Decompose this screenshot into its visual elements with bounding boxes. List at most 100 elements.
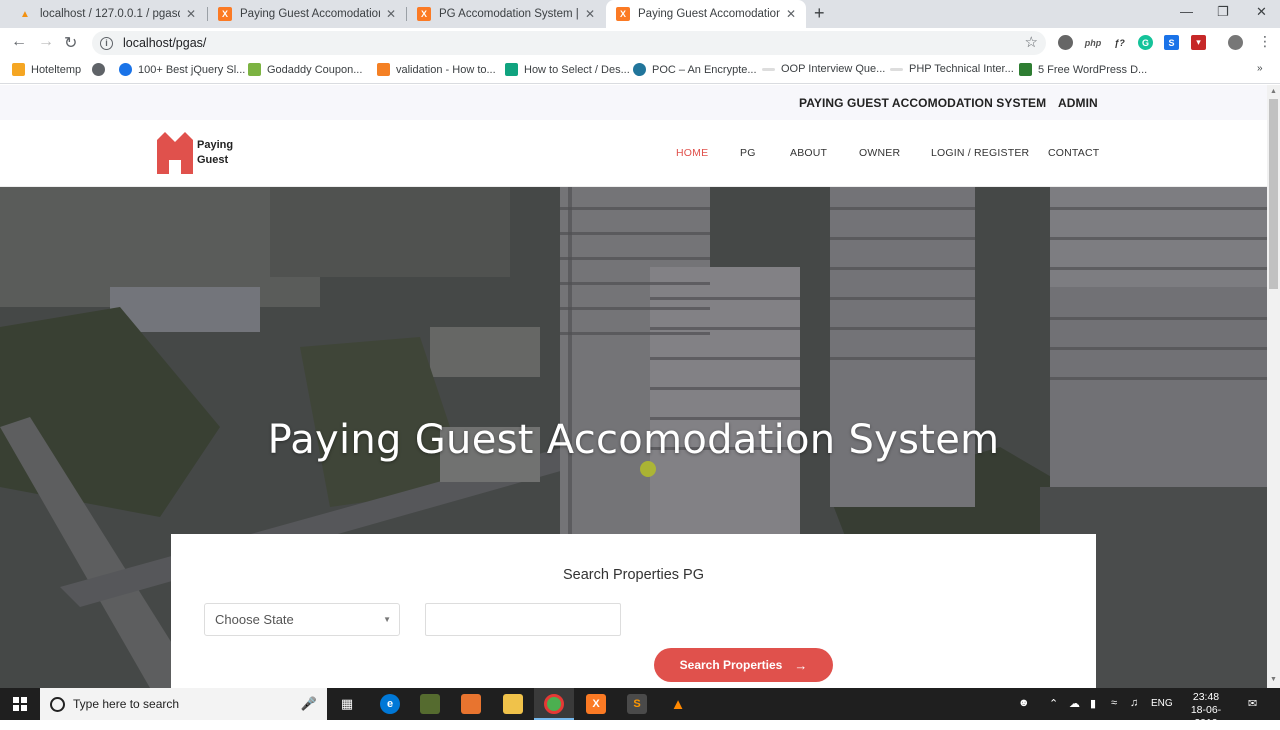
xampp-icon: X	[616, 7, 630, 21]
new-tab-icon[interactable]: +	[814, 3, 825, 24]
bookmark-item[interactable]: 100+ Best jQuery Sl...	[119, 63, 245, 76]
microphone-icon[interactable]: 🎤	[301, 696, 317, 712]
info-icon[interactable]: i	[100, 36, 113, 50]
tab-title: Paying Guest Accomodation Syst	[240, 8, 380, 20]
taskbar-search-placeholder: Type here to search	[73, 697, 180, 711]
bookmark-item[interactable]: validation - How to...	[377, 63, 496, 76]
people-icon[interactable]: ☻	[1018, 697, 1030, 709]
nav-about[interactable]: ABOUT	[790, 147, 827, 159]
clock-time: 23:48	[1192, 691, 1220, 703]
bookmark-item[interactable]: OOP Interview Que...	[762, 63, 885, 75]
mouse-cursor-highlight	[640, 461, 656, 477]
notification-icon[interactable]: ✉	[1248, 697, 1257, 710]
sublime-text-icon[interactable]: S	[627, 694, 647, 714]
scroll-thumb[interactable]	[1269, 99, 1278, 289]
cortana-icon	[50, 696, 65, 712]
logo-line-1: Paying	[197, 139, 234, 151]
chrome-icon[interactable]	[544, 694, 564, 714]
browser-tab-bar: ▲ localhost / 127.0.0.1 / pgasdb / t ✕ X…	[0, 0, 1280, 28]
url-bar[interactable]: i localhost/pgas/ ☆	[92, 31, 1046, 55]
task-view-icon[interactable]: ▦	[337, 694, 357, 714]
search-button-label: Search Properties	[679, 658, 783, 672]
chevron-down-icon: ▼	[383, 615, 391, 624]
nav-pg[interactable]: PG	[740, 147, 756, 159]
browser-tab-1[interactable]: ▲ localhost / 127.0.0.1 / pgasdb / t ✕	[8, 0, 206, 28]
vlc-icon[interactable]: ▲	[668, 694, 688, 714]
system-name-text: PAYING GUEST ACCOMODATION SYSTEM	[799, 96, 1047, 110]
tab-title: PG Accomodation System | PG Fc	[439, 8, 579, 20]
file-explorer-icon[interactable]	[503, 694, 523, 714]
forward-icon[interactable]: →	[38, 33, 54, 51]
battery-icon[interactable]: ▮	[1090, 697, 1096, 710]
scroll-down-icon[interactable]: ▼	[1270, 676, 1277, 683]
bookmark-star-icon[interactable]: ☆	[1025, 33, 1038, 51]
search-properties-card: Search Properties PG Choose State ▼ Sear…	[171, 534, 1096, 688]
address-toolbar: ← → ↻ i localhost/pgas/ ☆ php ƒ? G S ▾ ⋮	[0, 28, 1280, 58]
browser-tab-2[interactable]: X Paying Guest Accomodation Syst ✕	[208, 0, 406, 28]
city-input[interactable]	[425, 603, 621, 636]
nav-owner[interactable]: OWNER	[859, 147, 900, 159]
more-bookmarks-icon[interactable]: »	[1257, 63, 1263, 74]
bookmark-item[interactable]	[92, 63, 111, 76]
minimize-icon[interactable]: —	[1180, 4, 1193, 19]
back-icon[interactable]: ←	[11, 33, 27, 51]
nav-contact[interactable]: CONTACT	[1048, 147, 1099, 159]
url-text: localhost/pgas/	[123, 36, 207, 50]
close-tab-icon[interactable]: ✕	[786, 7, 796, 21]
close-window-icon[interactable]: ✕	[1256, 4, 1267, 20]
system-clock[interactable]: 23:48 18-06-2019	[1180, 691, 1232, 730]
menu-dots-icon[interactable]: ⋮	[1258, 33, 1272, 50]
bookmark-item[interactable]: How to Select / Des...	[505, 63, 630, 76]
windows-start-icon[interactable]	[13, 697, 27, 711]
close-tab-icon[interactable]: ✕	[386, 7, 396, 21]
state-select[interactable]: Choose State ▼	[204, 603, 400, 636]
browser-tab-3[interactable]: X PG Accomodation System | PG Fc ✕	[407, 0, 605, 28]
taskbar-search-box[interactable]: Type here to search 🎤	[40, 688, 327, 720]
onedrive-icon[interactable]: ☁	[1069, 697, 1080, 710]
logo-line-2: Guest	[197, 154, 229, 166]
volume-icon[interactable]: ♫	[1130, 697, 1138, 709]
app-icon[interactable]	[420, 694, 440, 714]
s-extension-icon[interactable]: S	[1164, 35, 1179, 50]
search-properties-button[interactable]: Search Properties →	[654, 648, 833, 682]
function-extension-icon[interactable]: ƒ?	[1112, 35, 1127, 50]
scroll-up-icon[interactable]: ▲	[1270, 88, 1277, 95]
bookmark-label: How to Select / Des...	[524, 63, 630, 76]
bookmark-label: 5 Free WordPress D...	[1038, 63, 1148, 76]
tab-title: Paying Guest Accomodation Syst	[638, 8, 780, 20]
nav-login-register[interactable]: LOGIN / REGISTER	[931, 147, 1029, 159]
bookmark-item[interactable]: 5 Free WordPress D...	[1019, 63, 1147, 76]
edge-icon[interactable]: e	[380, 694, 400, 714]
browser-tab-4-active[interactable]: X Paying Guest Accomodation Syst ✕	[606, 0, 806, 28]
chevron-up-icon[interactable]: ⌃	[1049, 697, 1058, 710]
language-indicator[interactable]: ENG	[1151, 698, 1173, 709]
maximize-icon[interactable]: ❐	[1217, 4, 1229, 20]
xampp-taskbar-icon[interactable]: X	[586, 694, 606, 714]
grammarly-icon[interactable]: G	[1138, 35, 1153, 50]
extension-circle-icon[interactable]	[1058, 35, 1073, 50]
pocket-icon[interactable]: ▾	[1191, 35, 1206, 50]
bookmark-item[interactable]: POC – An Encrypte...	[633, 63, 757, 76]
photo-app-icon[interactable]	[461, 694, 481, 714]
close-tab-icon[interactable]: ✕	[585, 7, 595, 21]
php-extension-icon[interactable]: php	[1084, 35, 1102, 50]
bookmark-label: PHP Technical Inter...	[909, 63, 1014, 75]
main-navbar: Paying Guest HOME PG ABOUT OWNER LOGIN /…	[0, 120, 1267, 187]
nav-home[interactable]: HOME	[676, 147, 708, 159]
close-tab-icon[interactable]: ✕	[186, 7, 196, 21]
stackoverflow-icon	[377, 63, 390, 76]
site-logo[interactable]: Paying Guest	[157, 132, 233, 174]
s-icon	[1019, 63, 1032, 76]
wifi-icon[interactable]: ≈	[1111, 697, 1117, 709]
bookmark-item[interactable]: PHP Technical Inter...	[890, 63, 1014, 75]
hero-title: Paying Guest Accomodation System	[267, 417, 1000, 463]
bookmark-label: Hoteltemp	[31, 63, 82, 76]
reload-icon[interactable]: ↻	[64, 33, 77, 53]
bookmark-label: POC – An Encrypte...	[652, 63, 757, 76]
bookmark-item[interactable]: Hoteltemp	[12, 63, 81, 76]
admin-link[interactable]: ADMIN	[1058, 96, 1098, 110]
state-select-value: Choose State	[215, 612, 294, 627]
bookmark-item[interactable]: Godaddy Coupon...	[248, 63, 362, 76]
page-scrollbar[interactable]: ▲ ▼	[1267, 85, 1280, 688]
profile-avatar[interactable]	[1228, 35, 1243, 50]
